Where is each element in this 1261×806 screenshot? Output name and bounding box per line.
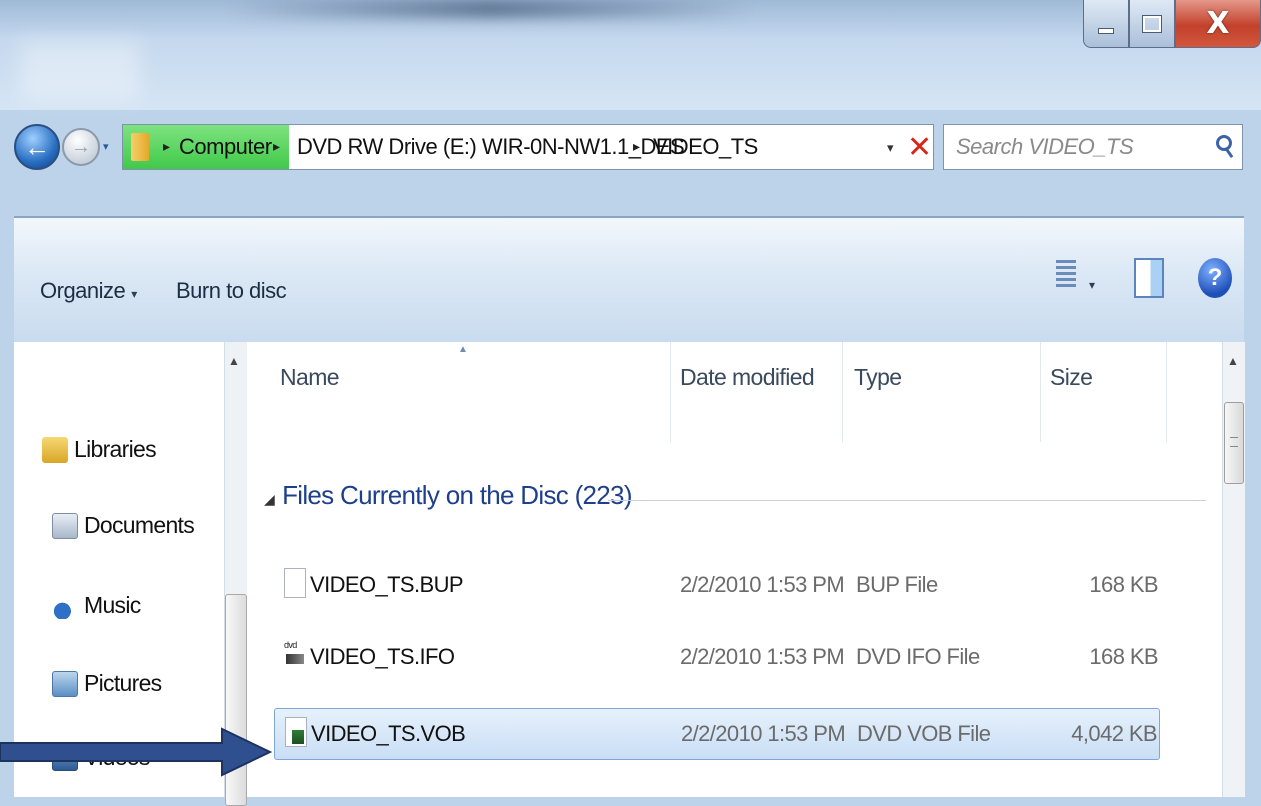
scroll-up-icon[interactable]: ▲ (228, 354, 240, 368)
scroll-up-icon[interactable]: ▲ (1227, 354, 1239, 368)
dvd-ifo-file-icon (284, 640, 306, 670)
file-list: ▲ Name Date modified Type Size ◢ Files Cu… (248, 342, 1222, 797)
file-name: VIDEO_TS.BUP (310, 572, 464, 597)
file-name: VIDEO_TS.VOB (311, 721, 466, 746)
forward-arrow-icon: → (71, 135, 91, 158)
command-bar: Organize ▾ Burn to disc ▾ ? (14, 216, 1244, 342)
annotation-arrow-icon (0, 727, 272, 777)
file-list-scrollbar[interactable]: ▲ (1222, 342, 1245, 797)
close-button[interactable]: X (1175, 0, 1261, 48)
back-button[interactable]: ← (14, 124, 60, 170)
sidebar-item-label: Music (84, 592, 141, 618)
file-date: 2/2/2010 1:53 PM (680, 644, 845, 669)
breadcrumb-separator[interactable]: ▸ (633, 138, 640, 155)
maximize-button[interactable] (1129, 0, 1175, 48)
table-row-selected[interactable]: VIDEO_TS.VOB 2/2/2010 1:53 PM DVD VOB Fi… (274, 708, 1160, 760)
sidebar-item-libraries[interactable]: Libraries (42, 436, 157, 463)
column-header-name[interactable]: Name (280, 364, 340, 391)
organize-label: Organize (40, 278, 126, 303)
scrollbar-thumb[interactable] (1224, 402, 1244, 484)
bup-file-icon (284, 568, 306, 598)
group-header[interactable]: ◢ Files Currently on the Disc (223) (264, 480, 632, 511)
breadcrumb-computer[interactable]: Computer (179, 134, 272, 160)
column-divider[interactable] (1040, 342, 1041, 442)
title-bar-glow (20, 40, 140, 100)
group-label: Files Currently on the Disc (223) (282, 480, 632, 510)
column-header-size[interactable]: Size (1050, 364, 1093, 391)
file-date: 2/2/2010 1:53 PM (681, 721, 846, 746)
search-box[interactable]: Search VIDEO_TS (943, 124, 1243, 170)
preview-pane-icon[interactable] (1134, 258, 1164, 298)
chevron-down-icon: ▾ (131, 287, 137, 301)
sidebar-item-pictures[interactable]: Pictures (52, 670, 162, 697)
forward-button[interactable]: → (62, 128, 100, 166)
change-view-icon[interactable] (1056, 260, 1076, 290)
column-divider[interactable] (842, 342, 843, 442)
address-dropdown-icon[interactable]: ▾ (887, 140, 894, 156)
title-bar-blur (230, 0, 750, 18)
search-input[interactable]: Search VIDEO_TS (956, 134, 1134, 160)
minimize-button[interactable] (1083, 0, 1129, 48)
breadcrumb-dvd-drive[interactable]: DVD RW Drive (E:) WIR-0N-NW1.1_DES (297, 134, 685, 160)
table-row[interactable]: VIDEO_TS.BUP 2/2/2010 1:53 PM BUP File 1… (274, 560, 1160, 612)
column-header-type[interactable]: Type (854, 364, 902, 391)
libraries-icon (42, 436, 68, 463)
pictures-icon (52, 670, 78, 697)
sidebar-item-label: Pictures (84, 670, 162, 696)
maximize-icon (1142, 14, 1162, 33)
organize-button[interactable]: Organize ▾ (40, 278, 137, 304)
title-bar: X (0, 0, 1261, 110)
file-name: VIDEO_TS.IFO (310, 644, 455, 669)
breadcrumb-separator[interactable]: ▸ (273, 138, 280, 155)
file-date: 2/2/2010 1:53 PM (680, 572, 845, 597)
column-divider[interactable] (1166, 342, 1167, 442)
table-row[interactable]: VIDEO_TS.IFO 2/2/2010 1:53 PM DVD IFO Fi… (274, 632, 1160, 684)
sidebar-item-music[interactable]: Music (52, 592, 141, 619)
column-divider[interactable] (670, 342, 671, 442)
documents-icon (52, 512, 78, 539)
sidebar-item-label: Libraries (74, 436, 157, 462)
breadcrumb-separator[interactable]: ▸ (163, 138, 170, 155)
window-controls: X (1083, 0, 1261, 54)
minimize-icon (1098, 27, 1114, 34)
close-icon: X (1206, 6, 1230, 41)
burn-to-disc-button[interactable]: Burn to disc (176, 278, 287, 304)
file-type: DVD IFO File (856, 644, 980, 669)
sort-ascending-icon: ▲ (458, 344, 468, 355)
stop-icon[interactable]: ✕ (907, 130, 932, 165)
column-header-date-modified[interactable]: Date modified (680, 364, 815, 391)
collapse-group-icon[interactable]: ◢ (264, 491, 275, 507)
search-icon[interactable] (1216, 135, 1232, 151)
file-type: BUP File (856, 572, 938, 597)
file-size: 4,042 KB (1071, 721, 1157, 746)
address-bar[interactable]: ▸ Computer ▸ DVD RW Drive (E:) WIR-0N-NW… (122, 124, 934, 170)
breadcrumb-video-ts[interactable]: VIDEO_TS (653, 134, 758, 160)
sidebar-item-documents[interactable]: Documents (52, 512, 195, 539)
file-size: 168 KB (1089, 644, 1158, 669)
music-icon (52, 592, 78, 619)
views-dropdown-icon[interactable]: ▾ (1089, 278, 1095, 292)
dvd-vob-file-icon (285, 717, 307, 747)
group-divider (608, 500, 1206, 501)
recent-pages-dropdown[interactable]: ▾ (103, 140, 109, 153)
folder-icon (131, 133, 149, 161)
file-size: 168 KB (1089, 572, 1158, 597)
back-arrow-icon: ← (24, 131, 50, 162)
help-icon[interactable]: ? (1198, 258, 1232, 298)
sidebar-item-label: Documents (84, 512, 195, 538)
file-type: DVD VOB File (857, 721, 991, 746)
scrollbar-grip-icon (1230, 437, 1238, 447)
